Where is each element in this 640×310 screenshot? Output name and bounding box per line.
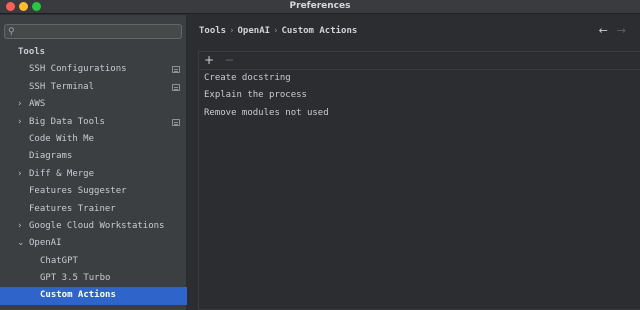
tree-item-ssh-terminal[interactable]: SSH Terminal bbox=[0, 79, 187, 96]
custom-actions-list: Create docstring Explain the process Rem… bbox=[204, 70, 329, 122]
forward-arrow-icon[interactable]: → bbox=[617, 24, 626, 37]
chevron-right-icon[interactable]: › bbox=[18, 96, 22, 113]
chevron-right-icon[interactable]: › bbox=[18, 114, 22, 131]
list-item[interactable]: Remove modules not used bbox=[204, 105, 329, 122]
project-settings-icon bbox=[172, 83, 180, 91]
list-item[interactable]: Create docstring bbox=[204, 70, 329, 87]
tree-item-aws[interactable]: › AWS bbox=[0, 96, 187, 113]
settings-sidebar: ⚲ Tools SSH Configurations SSH Terminal … bbox=[0, 15, 187, 310]
tree-item-ssh-configurations[interactable]: SSH Configurations bbox=[0, 61, 187, 78]
tree-item-features-trainer[interactable]: Features Trainer bbox=[0, 201, 187, 218]
tree-item-google-cloud-workstations[interactable]: › Google Cloud Workstations bbox=[0, 218, 187, 235]
project-settings-icon bbox=[172, 118, 180, 126]
breadcrumb-separator: › bbox=[229, 26, 235, 36]
custom-actions-panel: + − Create docstring Explain the process… bbox=[198, 51, 640, 310]
project-settings-icon bbox=[172, 66, 180, 74]
title-bar: Preferences bbox=[0, 0, 640, 14]
chevron-right-icon[interactable]: › bbox=[18, 218, 22, 235]
history-navigation: ← → bbox=[599, 24, 626, 37]
tree-item-features-suggester[interactable]: Features Suggester bbox=[0, 183, 187, 200]
window-title: Preferences bbox=[289, 1, 351, 11]
breadcrumb-current: Custom Actions bbox=[281, 26, 358, 36]
tree-item-code-with-me[interactable]: Code With Me bbox=[0, 131, 187, 148]
breadcrumb-item[interactable]: Tools bbox=[199, 26, 226, 36]
tree-item-chatgpt[interactable]: ChatGPT bbox=[0, 253, 187, 270]
tree-item-openai[interactable]: ⌄ OpenAI bbox=[0, 235, 187, 252]
breadcrumb-item[interactable]: OpenAI bbox=[238, 26, 271, 36]
tree-item-diff-merge[interactable]: › Diff & Merge bbox=[0, 166, 187, 183]
tree-item-gpt-3-5-turbo[interactable]: GPT 3.5 Turbo bbox=[0, 270, 187, 287]
back-arrow-icon[interactable]: ← bbox=[599, 24, 608, 37]
settings-tree: Tools SSH Configurations SSH Terminal › … bbox=[0, 44, 187, 305]
tree-item-diagrams[interactable]: Diagrams bbox=[0, 148, 187, 165]
breadcrumb-separator: › bbox=[273, 26, 279, 36]
tree-item-big-data-tools[interactable]: › Big Data Tools bbox=[0, 114, 187, 131]
search-input[interactable]: ⚲ bbox=[4, 24, 182, 39]
tree-item-custom-actions[interactable]: Custom Actions bbox=[0, 287, 187, 305]
add-action-button[interactable]: + bbox=[204, 53, 214, 68]
search-icon: ⚲ bbox=[8, 27, 15, 37]
remove-action-button[interactable]: − bbox=[224, 53, 234, 68]
list-item[interactable]: Explain the process bbox=[204, 87, 329, 104]
actions-toolbar: + − bbox=[204, 53, 234, 68]
tree-section-tools[interactable]: Tools bbox=[0, 44, 187, 61]
breadcrumb: Tools › OpenAI › Custom Actions bbox=[199, 26, 357, 36]
settings-content: Tools › OpenAI › Custom Actions ← → + − Crea… bbox=[188, 15, 640, 310]
chevron-down-icon[interactable]: ⌄ bbox=[17, 235, 25, 252]
chevron-right-icon[interactable]: › bbox=[18, 166, 22, 183]
